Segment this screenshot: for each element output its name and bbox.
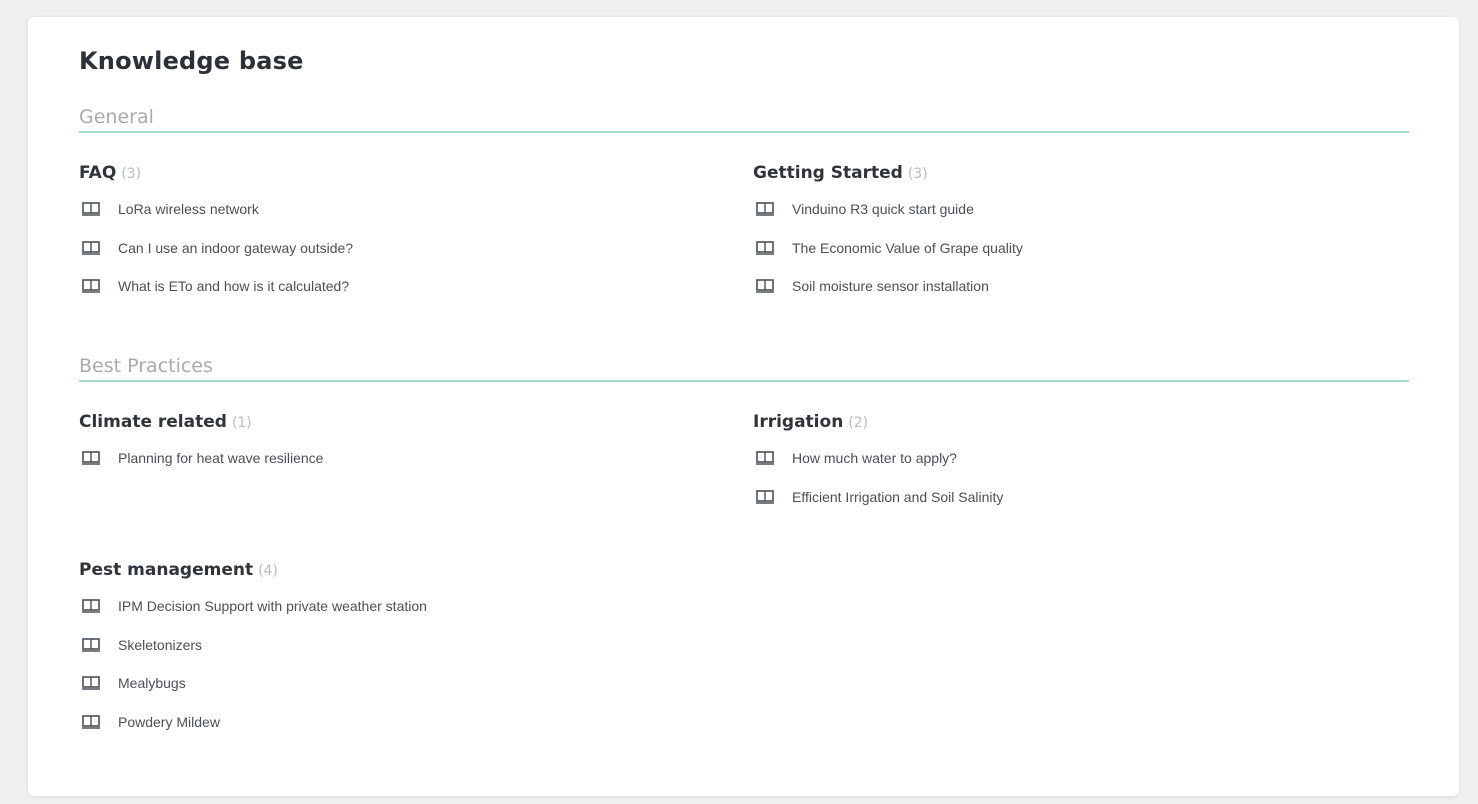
- article-title: LoRa wireless network: [118, 201, 259, 218]
- article-title: Efficient Irrigation and Soil Salinity: [792, 488, 1004, 505]
- category-header: Getting Started (3): [753, 160, 1373, 186]
- article-title: The Economic Value of Grape quality: [792, 239, 1023, 256]
- article-link[interactable]: How much water to apply?: [753, 439, 1373, 478]
- category-pest-management: Pest management (4) IPM Decision Support …: [79, 557, 699, 741]
- article-title: Can I use an indoor gateway outside?: [118, 239, 354, 256]
- book-icon: [756, 489, 774, 504]
- knowledge-base-card: Knowledge base General FAQ (3) LoRa wirel…: [28, 17, 1459, 796]
- book-icon: [82, 599, 100, 614]
- book-icon: [82, 637, 100, 652]
- article-link[interactable]: Powdery Mildew: [79, 703, 699, 742]
- category-name[interactable]: Getting Started: [753, 163, 903, 183]
- article-title: Planning for heat wave resilience: [118, 450, 324, 467]
- article-link[interactable]: Can I use an indoor gateway outside?: [79, 229, 699, 268]
- category-count: (1): [231, 415, 252, 431]
- article-list: How much water to apply? Efficient Irrig…: [753, 439, 1373, 516]
- book-icon: [82, 202, 100, 217]
- category-count: (2): [848, 415, 869, 431]
- article-link[interactable]: What is ETo and how is it calculated?: [79, 267, 699, 306]
- article-link[interactable]: Soil moisture sensor installation: [753, 267, 1373, 306]
- article-link[interactable]: Efficient Irrigation and Soil Salinity: [753, 478, 1373, 517]
- category-irrigation: Irrigation (2) How much water to apply? E…: [753, 409, 1373, 516]
- category-count: (4): [258, 563, 278, 579]
- category-faq: FAQ (3) LoRa wireless network Can I use a…: [79, 160, 699, 306]
- section-best-practices: Best Practices: [79, 352, 1409, 382]
- article-title: How much water to apply?: [792, 450, 957, 467]
- category-header: Climate related (1): [79, 409, 699, 435]
- article-list: Planning for heat wave resilience: [79, 439, 699, 478]
- article-list: IPM Decision Support with private weathe…: [79, 587, 699, 741]
- article-link[interactable]: Mealybugs: [79, 664, 699, 703]
- book-icon: [82, 279, 100, 294]
- article-link[interactable]: Planning for heat wave resilience: [79, 439, 699, 478]
- article-link[interactable]: LoRa wireless network: [79, 190, 699, 229]
- category-name[interactable]: Irrigation: [753, 412, 843, 432]
- article-title: Skeletonizers: [118, 636, 203, 653]
- category-count: (3): [907, 166, 928, 182]
- category-climate-related: Climate related (1) Planning for heat wav…: [79, 409, 699, 478]
- section-general: General: [79, 103, 1409, 133]
- article-list: Vinduino R3 quick start guide The Econom…: [753, 190, 1373, 306]
- category-name[interactable]: FAQ: [79, 163, 116, 183]
- article-title: Soil moisture sensor installation: [792, 278, 989, 295]
- article-title: IPM Decision Support with private weathe…: [118, 598, 427, 615]
- article-title: What is ETo and how is it calculated?: [118, 278, 350, 295]
- category-header: FAQ (3): [79, 160, 699, 186]
- article-link[interactable]: Skeletonizers: [79, 626, 699, 665]
- category-header: Pest management (4): [79, 557, 699, 583]
- article-list: LoRa wireless network Can I use an indoo…: [79, 190, 699, 306]
- book-icon: [756, 240, 774, 255]
- page-title: Knowledge base: [79, 47, 304, 75]
- article-link[interactable]: IPM Decision Support with private weathe…: [79, 587, 699, 626]
- book-icon: [756, 202, 774, 217]
- book-icon: [82, 676, 100, 691]
- section-title: General: [79, 103, 1409, 133]
- book-icon: [756, 279, 774, 294]
- article-link[interactable]: Vinduino R3 quick start guide: [753, 190, 1373, 229]
- book-icon: [82, 451, 100, 466]
- book-icon: [82, 240, 100, 255]
- category-getting-started: Getting Started (3) Vinduino R3 quick sta…: [753, 160, 1373, 306]
- book-icon: [756, 451, 774, 466]
- article-link[interactable]: The Economic Value of Grape quality: [753, 229, 1373, 268]
- category-count: (3): [121, 166, 142, 182]
- section-title: Best Practices: [79, 352, 1409, 382]
- book-icon: [82, 714, 100, 729]
- category-name[interactable]: Pest management: [79, 560, 253, 580]
- article-title: Mealybugs: [118, 675, 186, 692]
- category-name[interactable]: Climate related: [79, 412, 227, 432]
- article-title: Vinduino R3 quick start guide: [792, 201, 974, 218]
- article-title: Powdery Mildew: [118, 713, 220, 730]
- category-header: Irrigation (2): [753, 409, 1373, 435]
